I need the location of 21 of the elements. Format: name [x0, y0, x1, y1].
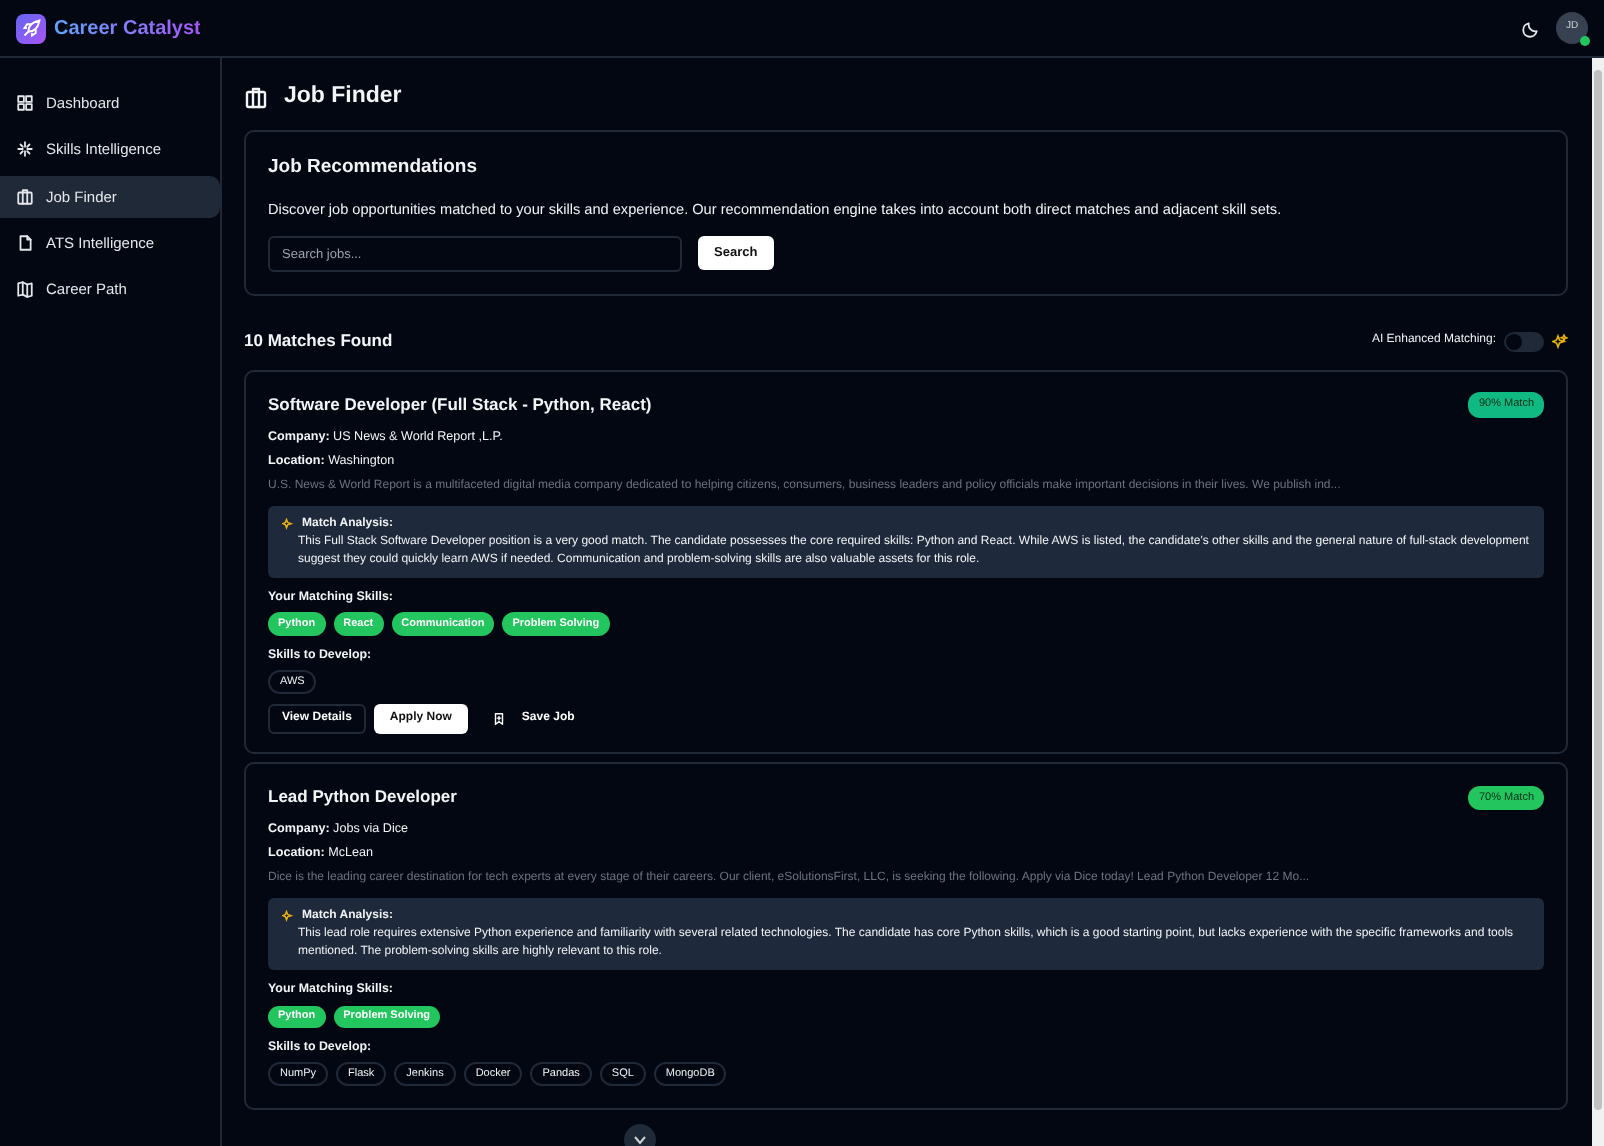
bookmark-icon: [491, 712, 506, 727]
page-title: Job Finder: [284, 82, 402, 112]
sparkle-icon: [1552, 333, 1568, 350]
chevron-down-icon: [632, 1132, 648, 1146]
job-title: Lead Python Developer: [268, 784, 457, 811]
app-title: Career Catalyst: [54, 13, 201, 43]
moon-icon[interactable]: [1522, 19, 1540, 37]
ai-matching-toggle[interactable]: [1504, 331, 1544, 352]
grid-icon: [16, 94, 34, 113]
job-title: Software Developer (Full Stack - Python, React): [268, 392, 652, 418]
document-icon: [16, 233, 34, 252]
scrollbar[interactable]: [1592, 58, 1604, 1146]
briefcase-icon: [16, 187, 34, 206]
section-title: Job Recommendations: [268, 154, 480, 183]
sparkle-icon: [16, 140, 34, 159]
sparkle-icon: [282, 518, 294, 531]
sparkle-icon: [282, 910, 294, 923]
briefcase-icon: [244, 85, 268, 110]
map-icon: [16, 280, 34, 299]
rocket-logo-icon: [16, 13, 46, 43]
results-count: 10 Matches Found: [244, 328, 393, 355]
